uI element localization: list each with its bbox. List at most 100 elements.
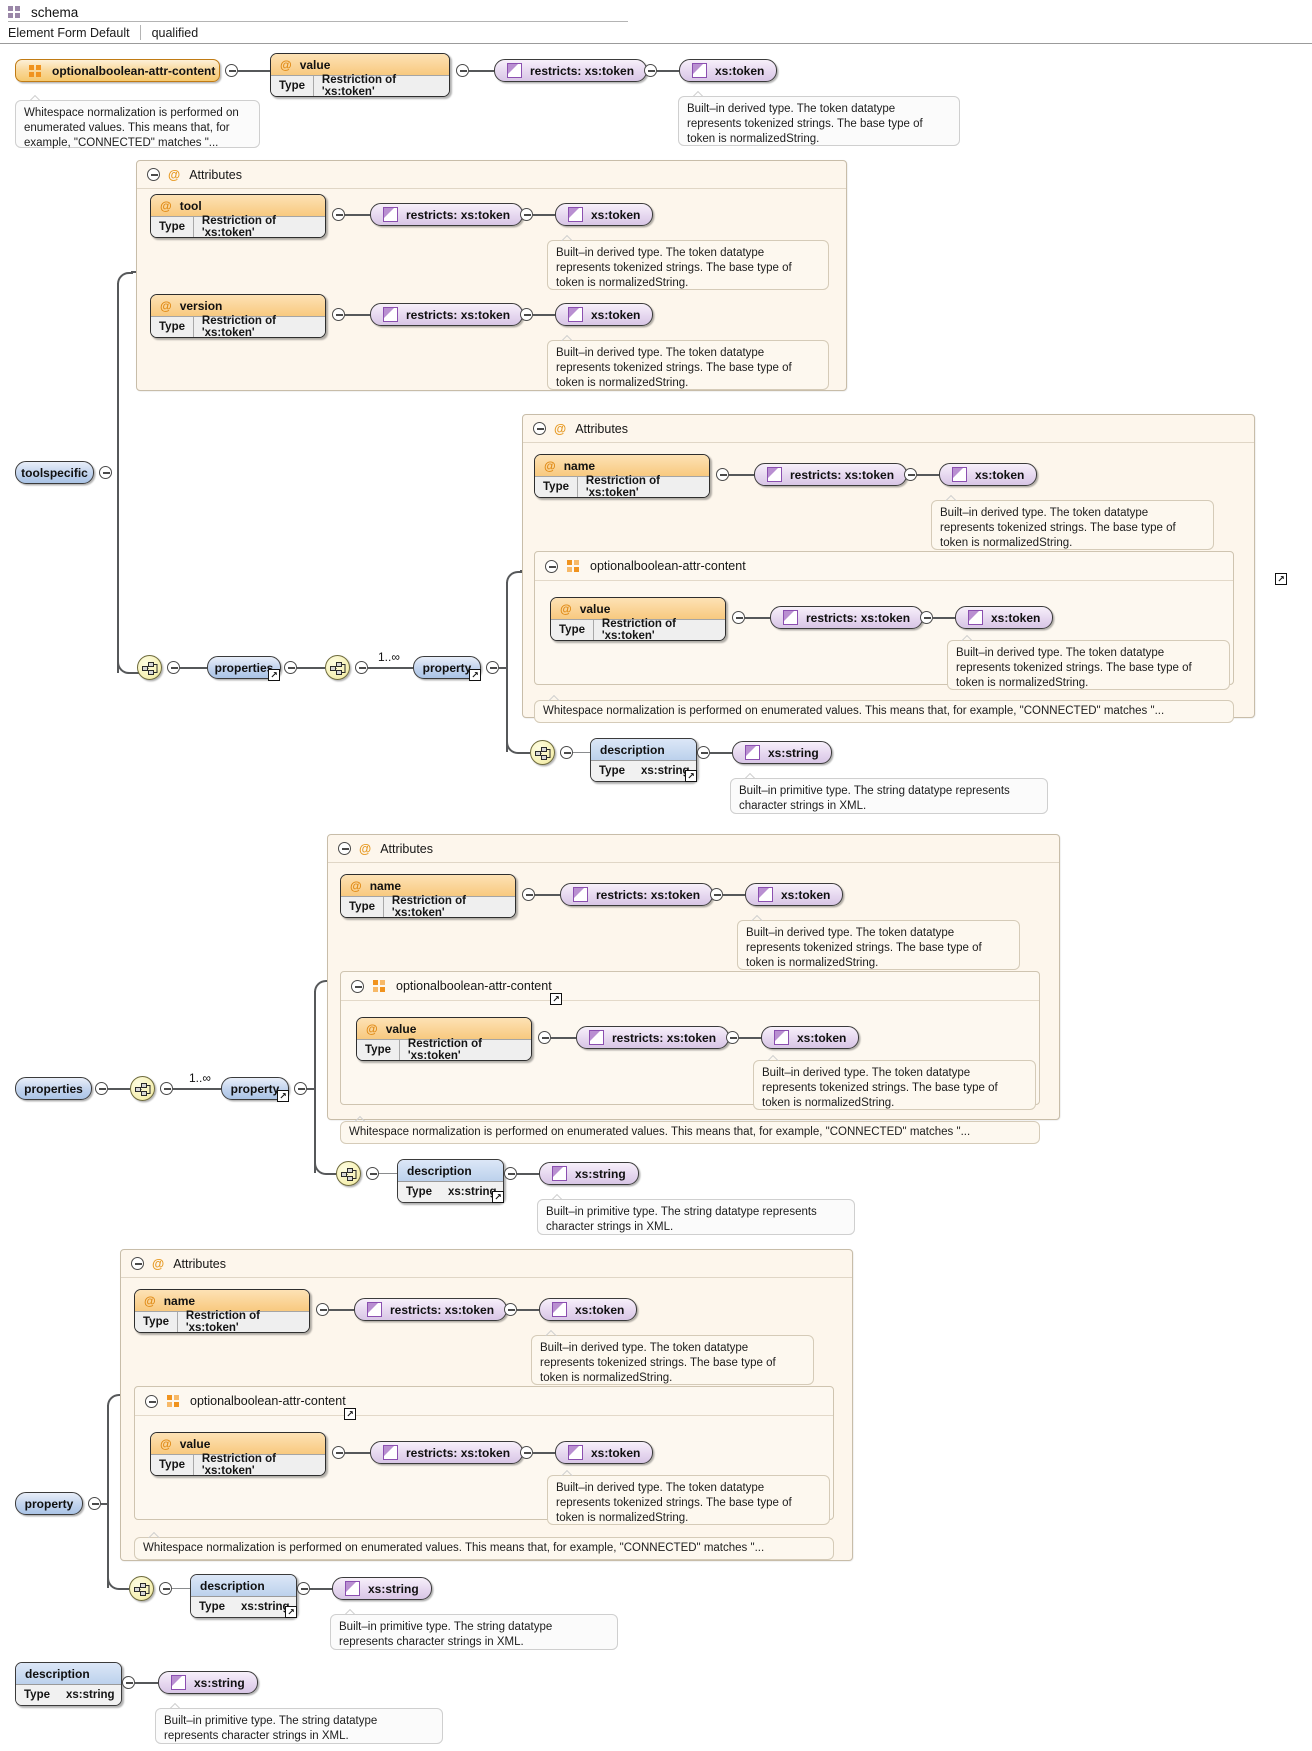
toggle-sequence-5[interactable]	[366, 1167, 379, 1180]
toggle-sequence-3[interactable]	[560, 746, 573, 759]
type-xs-token-1[interactable]: xs:token	[679, 59, 778, 82]
toggle-value-2[interactable]	[732, 611, 745, 624]
toggle-properties-2[interactable]	[95, 1082, 108, 1095]
toggle-sequence-4[interactable]	[160, 1082, 173, 1095]
toggle-property-3[interactable]	[88, 1497, 101, 1510]
toggle-name-1[interactable]	[716, 468, 729, 481]
type-restricts-token-value-4[interactable]: restricts: xs:token	[370, 1441, 524, 1464]
node-description-2[interactable]: description Type xs:string	[397, 1159, 504, 1203]
type-xs-token-value-4[interactable]: xs:token	[555, 1441, 654, 1464]
toggle-restricts-tool[interactable]	[520, 208, 533, 221]
attribute-version[interactable]: @ version Type Restriction of 'xs:token'	[150, 294, 326, 338]
node-toolspecific[interactable]: toolspecific	[15, 461, 94, 484]
callout-tip	[551, 1194, 563, 1200]
type-label: xs:string	[368, 1581, 419, 1596]
toggle-restricts-name-1[interactable]	[904, 468, 917, 481]
attribute-value-1[interactable]: @ value Type Restriction of 'xs:token'	[270, 53, 450, 97]
node-description-4[interactable]: description Type xs:string	[15, 1662, 122, 1706]
node-property-3[interactable]: property	[15, 1492, 83, 1515]
attribute-name-3[interactable]: @ name Type Restriction of 'xs:token'	[134, 1289, 310, 1333]
attribute-value-4[interactable]: @ value Type Restriction of 'xs:token'	[150, 1432, 326, 1476]
toggle-restricts-version[interactable]	[520, 308, 533, 321]
node-description-1[interactable]: description Type xs:string	[590, 738, 697, 782]
sequence-compositor-2[interactable]	[325, 655, 350, 680]
attribute-name-1[interactable]: @ name Type Restriction of 'xs:token'	[534, 454, 710, 498]
type-xs-token-value-2[interactable]: xs:token	[955, 606, 1054, 629]
toggle-version[interactable]	[332, 308, 345, 321]
toggle-group-box[interactable]	[545, 560, 558, 573]
attribute-name-2[interactable]: @ name Type Restriction of 'xs:token'	[340, 874, 516, 918]
type-xs-token-name-1[interactable]: xs:token	[939, 463, 1038, 486]
type-restricts-token-value-3[interactable]: restricts: xs:token	[576, 1026, 730, 1049]
type-restricts-token-version[interactable]: restricts: xs:token	[370, 303, 524, 326]
node-properties-2[interactable]: properties	[15, 1077, 92, 1100]
sequence-compositor-3[interactable]	[530, 740, 555, 765]
type-restricts-token-name-3[interactable]: restricts: xs:token	[354, 1298, 508, 1321]
type-xs-token-name-2[interactable]: xs:token	[745, 883, 844, 906]
toggle-description-3[interactable]	[297, 1582, 310, 1595]
toggle-restricts-1[interactable]	[644, 64, 657, 77]
toggle-restricts-name-3[interactable]	[504, 1303, 517, 1316]
link-badge-icon[interactable]: ↗	[1275, 573, 1287, 585]
toggle-attributes-box[interactable]	[338, 842, 351, 855]
type-restricts-token-value-2[interactable]: restricts: xs:token	[770, 606, 924, 629]
toggle-sequence-1[interactable]	[167, 661, 180, 674]
link-badge-icon[interactable]: ↗	[469, 669, 481, 681]
type-xs-token-tool[interactable]: xs:token	[555, 203, 654, 226]
type-label: restricts: xs:token	[790, 467, 895, 482]
type-xs-token-name-3[interactable]: xs:token	[539, 1298, 638, 1321]
toggle-name-2[interactable]	[522, 888, 535, 901]
type-restricts-token-tool[interactable]: restricts: xs:token	[370, 203, 524, 226]
type-xs-string-3[interactable]: xs:string	[332, 1577, 432, 1600]
toggle-attributes-box[interactable]	[147, 168, 160, 181]
toggle-restricts-value-4[interactable]	[520, 1446, 533, 1459]
toggle-restricts-name-2[interactable]	[710, 888, 723, 901]
toggle-restricts-value-2[interactable]	[920, 611, 933, 624]
toggle-property-1[interactable]	[486, 661, 499, 674]
type-restricts-token-name-2[interactable]: restricts: xs:token	[560, 883, 714, 906]
toggle-group-box[interactable]	[145, 1395, 158, 1408]
node-description-3[interactable]: description Type xs:string	[190, 1574, 297, 1618]
attribute-value-2[interactable]: @ value Type Restriction of 'xs:token'	[550, 597, 726, 641]
toggle-restricts-value-3[interactable]	[726, 1031, 739, 1044]
type-xs-string-2[interactable]: xs:string	[539, 1162, 639, 1185]
toggle-attributes-box[interactable]	[131, 1257, 144, 1270]
toggle-description-1[interactable]	[697, 746, 710, 759]
attribute-type-row: Type Restriction of 'xs:token'	[341, 895, 515, 917]
toggle-tool[interactable]	[332, 208, 345, 221]
toggle-optionalboolean-root[interactable]	[225, 64, 238, 77]
toggle-properties-1[interactable]	[284, 661, 297, 674]
attribute-value-3[interactable]: @ value Type Restriction of 'xs:token'	[356, 1017, 532, 1061]
type-restricts-token-1[interactable]: restricts: xs:token	[494, 59, 648, 82]
type-restricts-token-name-1[interactable]: restricts: xs:token	[754, 463, 908, 486]
attribute-tool[interactable]: @ tool Type Restriction of 'xs:token'	[150, 194, 326, 238]
toggle-sequence-6[interactable]	[159, 1582, 172, 1595]
toggle-name-3[interactable]	[316, 1303, 329, 1316]
sequence-compositor-6[interactable]	[129, 1576, 154, 1601]
toggle-description-2[interactable]	[504, 1167, 517, 1180]
link-badge-icon[interactable]: ↗	[268, 669, 280, 681]
toggle-property-2[interactable]	[294, 1082, 307, 1095]
sequence-compositor-5[interactable]	[336, 1161, 361, 1186]
toggle-sequence-2[interactable]	[355, 661, 368, 674]
link-badge-icon[interactable]: ↗	[550, 993, 562, 1005]
link-badge-icon[interactable]: ↗	[685, 770, 697, 782]
link-badge-icon[interactable]: ↗	[344, 1408, 356, 1420]
type-xs-token-version[interactable]: xs:token	[555, 303, 654, 326]
toggle-value-3[interactable]	[538, 1031, 551, 1044]
link-badge-icon[interactable]: ↗	[277, 1090, 289, 1102]
toggle-description-4[interactable]	[122, 1676, 135, 1689]
link-badge-icon[interactable]: ↗	[285, 1606, 297, 1618]
type-xs-string-1[interactable]: xs:string	[732, 741, 832, 764]
toggle-toolspecific[interactable]	[99, 466, 112, 479]
type-xs-string-4[interactable]: xs:string	[158, 1671, 258, 1694]
node-optionalboolean-attr-content-root[interactable]: optionalboolean-attr-content	[15, 59, 220, 82]
toggle-value-4[interactable]	[332, 1446, 345, 1459]
sequence-compositor-4[interactable]	[130, 1076, 155, 1101]
type-xs-token-value-3[interactable]: xs:token	[761, 1026, 860, 1049]
sequence-compositor-1[interactable]	[137, 655, 162, 680]
toggle-attributes-box[interactable]	[533, 422, 546, 435]
toggle-value-1[interactable]	[456, 64, 469, 77]
link-badge-icon[interactable]: ↗	[492, 1191, 504, 1203]
toggle-group-box[interactable]	[351, 980, 364, 993]
